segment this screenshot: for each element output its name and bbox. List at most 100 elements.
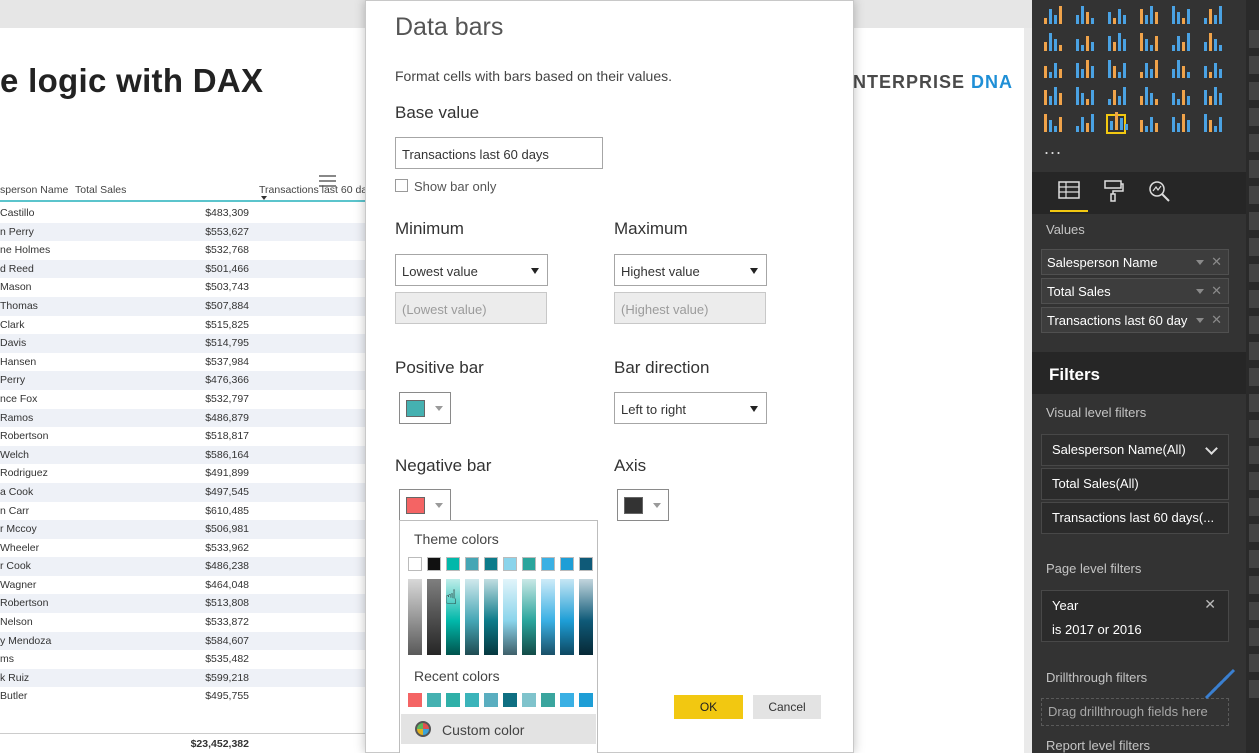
100-column-icon[interactable] [1202,6,1222,26]
pie-chart-icon[interactable] [1106,60,1126,80]
theme-color-shades[interactable] [484,579,498,655]
card-icon[interactable] [1170,87,1190,107]
recent-color-swatch[interactable] [427,693,441,707]
analytics-magnifier-icon[interactable] [1146,178,1172,204]
recent-color-swatch[interactable] [522,693,536,707]
bar-direction-dropdown[interactable]: Left to right [614,392,767,424]
table-row[interactable]: Robertson $518,817 [0,427,365,446]
minimum-dropdown[interactable]: Lowest value [395,254,548,286]
column-header-transactions[interactable]: Transactions last 60 da [259,184,367,196]
recent-color-swatch[interactable] [484,693,498,707]
100-bar-icon[interactable] [1170,6,1190,26]
chevron-down-icon[interactable] [1196,318,1204,323]
field-well-salesperson[interactable]: Salesperson Name ✕ [1041,249,1229,275]
recent-color-swatch[interactable] [579,693,593,707]
shape-map-icon[interactable] [1074,87,1094,107]
matrix-icon[interactable] [1138,114,1158,134]
field-well-total-sales[interactable]: Total Sales ✕ [1041,278,1229,304]
r-visual-icon[interactable] [1170,114,1190,134]
clustered-bar-icon[interactable] [1106,6,1126,26]
more-visuals-icon[interactable]: ... [1044,138,1062,159]
negative-bar-color-picker[interactable] [399,489,451,521]
donut-icon[interactable] [1138,60,1158,80]
filter-card-transactions[interactable]: Transactions last 60 days(... [1041,502,1229,534]
theme-color-swatch[interactable] [503,557,517,571]
table-row[interactable]: Welch $586,164 [0,445,365,465]
theme-color-shades[interactable] [560,579,574,655]
theme-color-swatch[interactable] [446,557,460,571]
theme-color-swatch[interactable] [484,557,498,571]
area-chart-icon[interactable] [1074,33,1094,53]
ok-button[interactable]: OK [674,695,743,719]
line-chart-icon[interactable] [1042,33,1062,53]
custom-color-button[interactable]: Custom color [401,714,596,744]
table-row[interactable]: Rodriguez $491,899 [0,464,365,483]
table-row[interactable]: Thomas $507,884 [0,296,365,316]
table-row[interactable]: Perry $476,366 [0,371,365,390]
theme-color-shades[interactable] [503,579,517,655]
map-icon[interactable] [1202,60,1222,80]
globe-icon[interactable] [1202,114,1222,134]
theme-color-swatch[interactable] [579,557,593,571]
table-row[interactable]: d Reed $501,466 [0,259,365,279]
field-well-transactions[interactable]: Transactions last 60 day ✕ [1041,307,1229,333]
table-row[interactable]: Clark $515,825 [0,316,365,335]
recent-color-swatch[interactable] [560,693,574,707]
table-row[interactable]: Ramos $486,879 [0,408,365,428]
table-row[interactable]: Hansen $537,984 [0,353,365,372]
theme-color-shades[interactable] [427,579,441,655]
table-row[interactable]: k Ruiz $599,218 [0,668,365,688]
multi-row-card-icon[interactable] [1202,87,1222,107]
table-row[interactable]: Nelson $533,872 [0,613,365,632]
recent-color-swatch[interactable] [465,693,479,707]
theme-color-shades[interactable] [522,579,536,655]
treemap-icon[interactable] [1170,60,1190,80]
slicer-icon[interactable] [1074,114,1094,134]
theme-color-shades[interactable] [408,579,422,655]
recent-color-swatch[interactable] [408,693,422,707]
stacked-column-icon[interactable] [1074,6,1094,26]
theme-color-swatch[interactable] [408,557,422,571]
recent-color-swatch[interactable] [503,693,517,707]
table-row[interactable]: Robertson $513,808 [0,594,365,614]
fields-tab-icon[interactable] [1056,178,1082,204]
theme-color-swatch[interactable] [541,557,555,571]
chevron-down-icon[interactable] [1205,442,1218,455]
show-bar-only-checkbox[interactable] [395,179,408,192]
filter-card-year[interactable]: Year is 2017 or 2016 ✕ [1041,590,1229,642]
table-row[interactable]: r Mccoy $506,981 [0,520,365,539]
clustered-column-icon[interactable] [1138,6,1158,26]
waterfall-icon[interactable] [1042,60,1062,80]
stacked-area-icon[interactable] [1106,33,1126,53]
chevron-down-icon[interactable] [1196,260,1204,265]
remove-field-icon[interactable]: ✕ [1211,312,1222,328]
theme-color-shades[interactable] [465,579,479,655]
table-row[interactable]: Mason $503,743 [0,278,365,297]
table-row[interactable]: Davis $514,795 [0,334,365,353]
table-icon[interactable] [1106,112,1128,134]
gauge-icon[interactable] [1138,87,1158,107]
format-paint-roller-icon[interactable] [1100,178,1126,204]
theme-color-shades[interactable] [579,579,593,655]
theme-color-shades[interactable] [541,579,555,655]
theme-color-swatch[interactable] [427,557,441,571]
filter-card-total-sales[interactable]: Total Sales(All) [1041,468,1229,500]
column-header-total-sales[interactable]: Total Sales [75,184,126,196]
filter-card-salesperson[interactable]: Salesperson Name(All) [1041,434,1229,466]
table-row[interactable]: ne Holmes $532,768 [0,241,365,260]
table-row[interactable]: Wagner $464,048 [0,576,365,595]
table-row[interactable]: n Carr $610,485 [0,502,365,521]
table-visual[interactable]: sperson Name Total Sales Transactions la… [0,148,370,750]
table-row[interactable]: nce Fox $532,797 [0,390,365,409]
maximum-dropdown[interactable]: Highest value [614,254,767,286]
chevron-down-icon[interactable] [1196,289,1204,294]
table-row[interactable]: ms $535,482 [0,650,365,669]
base-value-field[interactable]: Transactions last 60 days [395,137,603,169]
line-clustered-icon[interactable] [1170,33,1190,53]
axis-color-picker[interactable] [617,489,669,521]
table-row[interactable]: Castillo $483,309 [0,204,365,223]
cancel-button[interactable]: Cancel [753,695,821,719]
ribbon-chart-icon[interactable] [1202,33,1222,53]
kpi-icon[interactable] [1042,114,1062,134]
theme-color-swatch[interactable] [522,557,536,571]
